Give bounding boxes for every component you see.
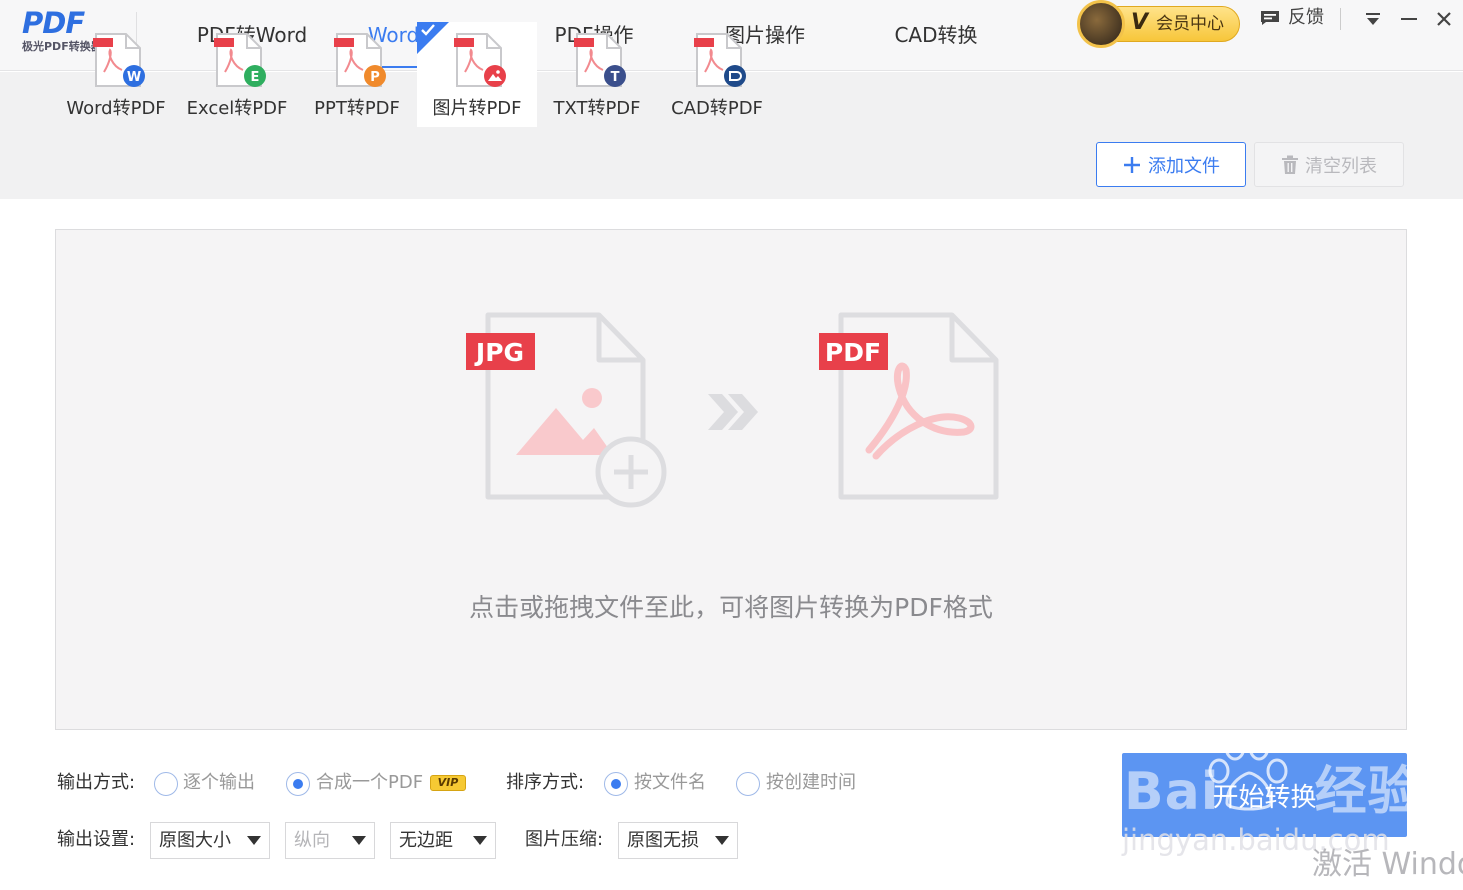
drop-hint-text: 点击或拖拽文件至此，可将图片转换为PDF格式 <box>469 593 993 622</box>
tool-excel-to-pdf[interactable]: E Excel转PDF <box>177 22 297 127</box>
pdf-file-illustration: PDF <box>819 312 999 500</box>
tool-badge-letter: P <box>370 70 380 85</box>
radio-output-individually[interactable] <box>154 772 178 796</box>
tool-txt-to-pdf[interactable]: T TXT转PDF <box>537 22 657 127</box>
baidu-watermark-suffix: 经验 <box>1314 762 1421 822</box>
tool-badge-letter: E <box>251 70 260 85</box>
tool-label: PPT转PDF <box>314 98 400 119</box>
tool-label: CAD转PDF <box>671 98 763 119</box>
output-mode-label: 输出方式: <box>57 772 136 793</box>
file-drop-zone[interactable]: JPG PDF 点击或拖拽文件至此，可将图片转换为PDF格式 <box>55 229 1407 730</box>
tool-label: TXT转PDF <box>553 98 641 119</box>
tool-image-to-pdf[interactable]: 图片转PDF <box>417 22 537 127</box>
chevron-down-icon <box>239 823 269 858</box>
jpg-file-illustration: JPG <box>466 312 667 508</box>
image-compress-value: 原图无损 <box>627 830 699 851</box>
vip-v-icon: V <box>1131 10 1149 35</box>
margin-value: 无边距 <box>399 830 453 851</box>
image-compress-select[interactable]: 原图无损 <box>618 822 738 859</box>
tool-badge-letter: T <box>611 70 620 85</box>
target-file-tag: PDF <box>825 338 881 367</box>
window-controls-divider <box>1340 8 1341 30</box>
cad-to-pdf-icon <box>694 33 746 87</box>
sort-by-filename-label[interactable]: 按文件名 <box>634 770 706 796</box>
menu-dropdown-icon <box>1366 13 1380 25</box>
orientation-value: 纵向 <box>294 830 330 851</box>
tool-badge <box>724 65 746 87</box>
tool-ppt-to-pdf[interactable]: P PPT转PDF <box>297 22 417 127</box>
add-file-button[interactable]: 添加文件 <box>1096 142 1246 187</box>
trash-icon <box>1282 155 1298 174</box>
check-icon <box>421 24 435 36</box>
word-to-pdf-icon: W <box>93 33 145 87</box>
tool-label: 图片转PDF <box>432 98 522 119</box>
orientation-select[interactable]: 纵向 <box>285 822 375 859</box>
image-to-pdf-icon <box>454 33 506 87</box>
plus-icon <box>1124 156 1140 173</box>
baidu-paw-icon <box>1208 733 1288 811</box>
tool-word-to-pdf[interactable]: W Word转PDF <box>56 22 176 127</box>
radio-sort-by-created-time[interactable] <box>736 772 760 796</box>
minimize-button[interactable] <box>1396 6 1422 32</box>
tool-label: Excel转PDF <box>186 98 288 119</box>
avatar[interactable] <box>1077 0 1125 48</box>
page-size-value: 原图大小 <box>159 830 231 851</box>
feedback-icon[interactable] <box>1260 10 1280 26</box>
txt-to-pdf-icon: T <box>574 33 626 87</box>
chevron-down-icon <box>344 823 374 858</box>
source-file-tag: JPG <box>474 338 524 367</box>
double-chevron-right-icon <box>708 394 758 430</box>
image-compress-label: 图片压缩: <box>525 829 604 850</box>
output-settings-label: 输出设置: <box>57 829 136 850</box>
radio-merge-into-one-pdf[interactable] <box>286 772 310 796</box>
vip-center-label[interactable]: 会员中心 <box>1156 11 1224 37</box>
excel-to-pdf-icon: E <box>214 33 266 87</box>
chevron-down-icon <box>707 823 737 858</box>
close-icon <box>1437 12 1451 26</box>
chevron-down-icon <box>465 823 495 858</box>
tool-label: Word转PDF <box>66 98 166 119</box>
vip-badge: VIP <box>430 775 466 791</box>
page-size-select[interactable]: 原图大小 <box>150 822 270 859</box>
add-file-label: 添加文件 <box>1148 155 1220 177</box>
clear-list-button[interactable]: 清空列表 <box>1254 142 1404 187</box>
clear-list-label: 清空列表 <box>1305 155 1377 177</box>
radio-sort-by-filename[interactable] <box>604 772 628 796</box>
sort-mode-label: 排序方式: <box>506 772 585 793</box>
feedback-label[interactable]: 反馈 <box>1288 5 1324 31</box>
margin-select[interactable]: 无边距 <box>390 822 496 859</box>
close-button[interactable] <box>1431 6 1457 32</box>
minimize-icon <box>1401 18 1417 20</box>
tab-cad-convert[interactable]: CAD转换 <box>876 19 996 51</box>
tool-badge <box>484 65 506 87</box>
merge-into-one-pdf-label[interactable]: 合成一个PDF <box>316 770 423 796</box>
sort-by-created-time-label[interactable]: 按创建时间 <box>766 770 856 796</box>
ppt-to-pdf-icon: P <box>334 33 386 87</box>
tool-badge-letter: W <box>127 70 141 85</box>
tool-cad-to-pdf[interactable]: CAD转PDF <box>657 22 777 127</box>
menu-dropdown-button[interactable] <box>1360 6 1386 32</box>
output-individually-label[interactable]: 逐个输出 <box>183 770 255 796</box>
activate-windows-watermark: 激活 Windo <box>1312 847 1463 882</box>
